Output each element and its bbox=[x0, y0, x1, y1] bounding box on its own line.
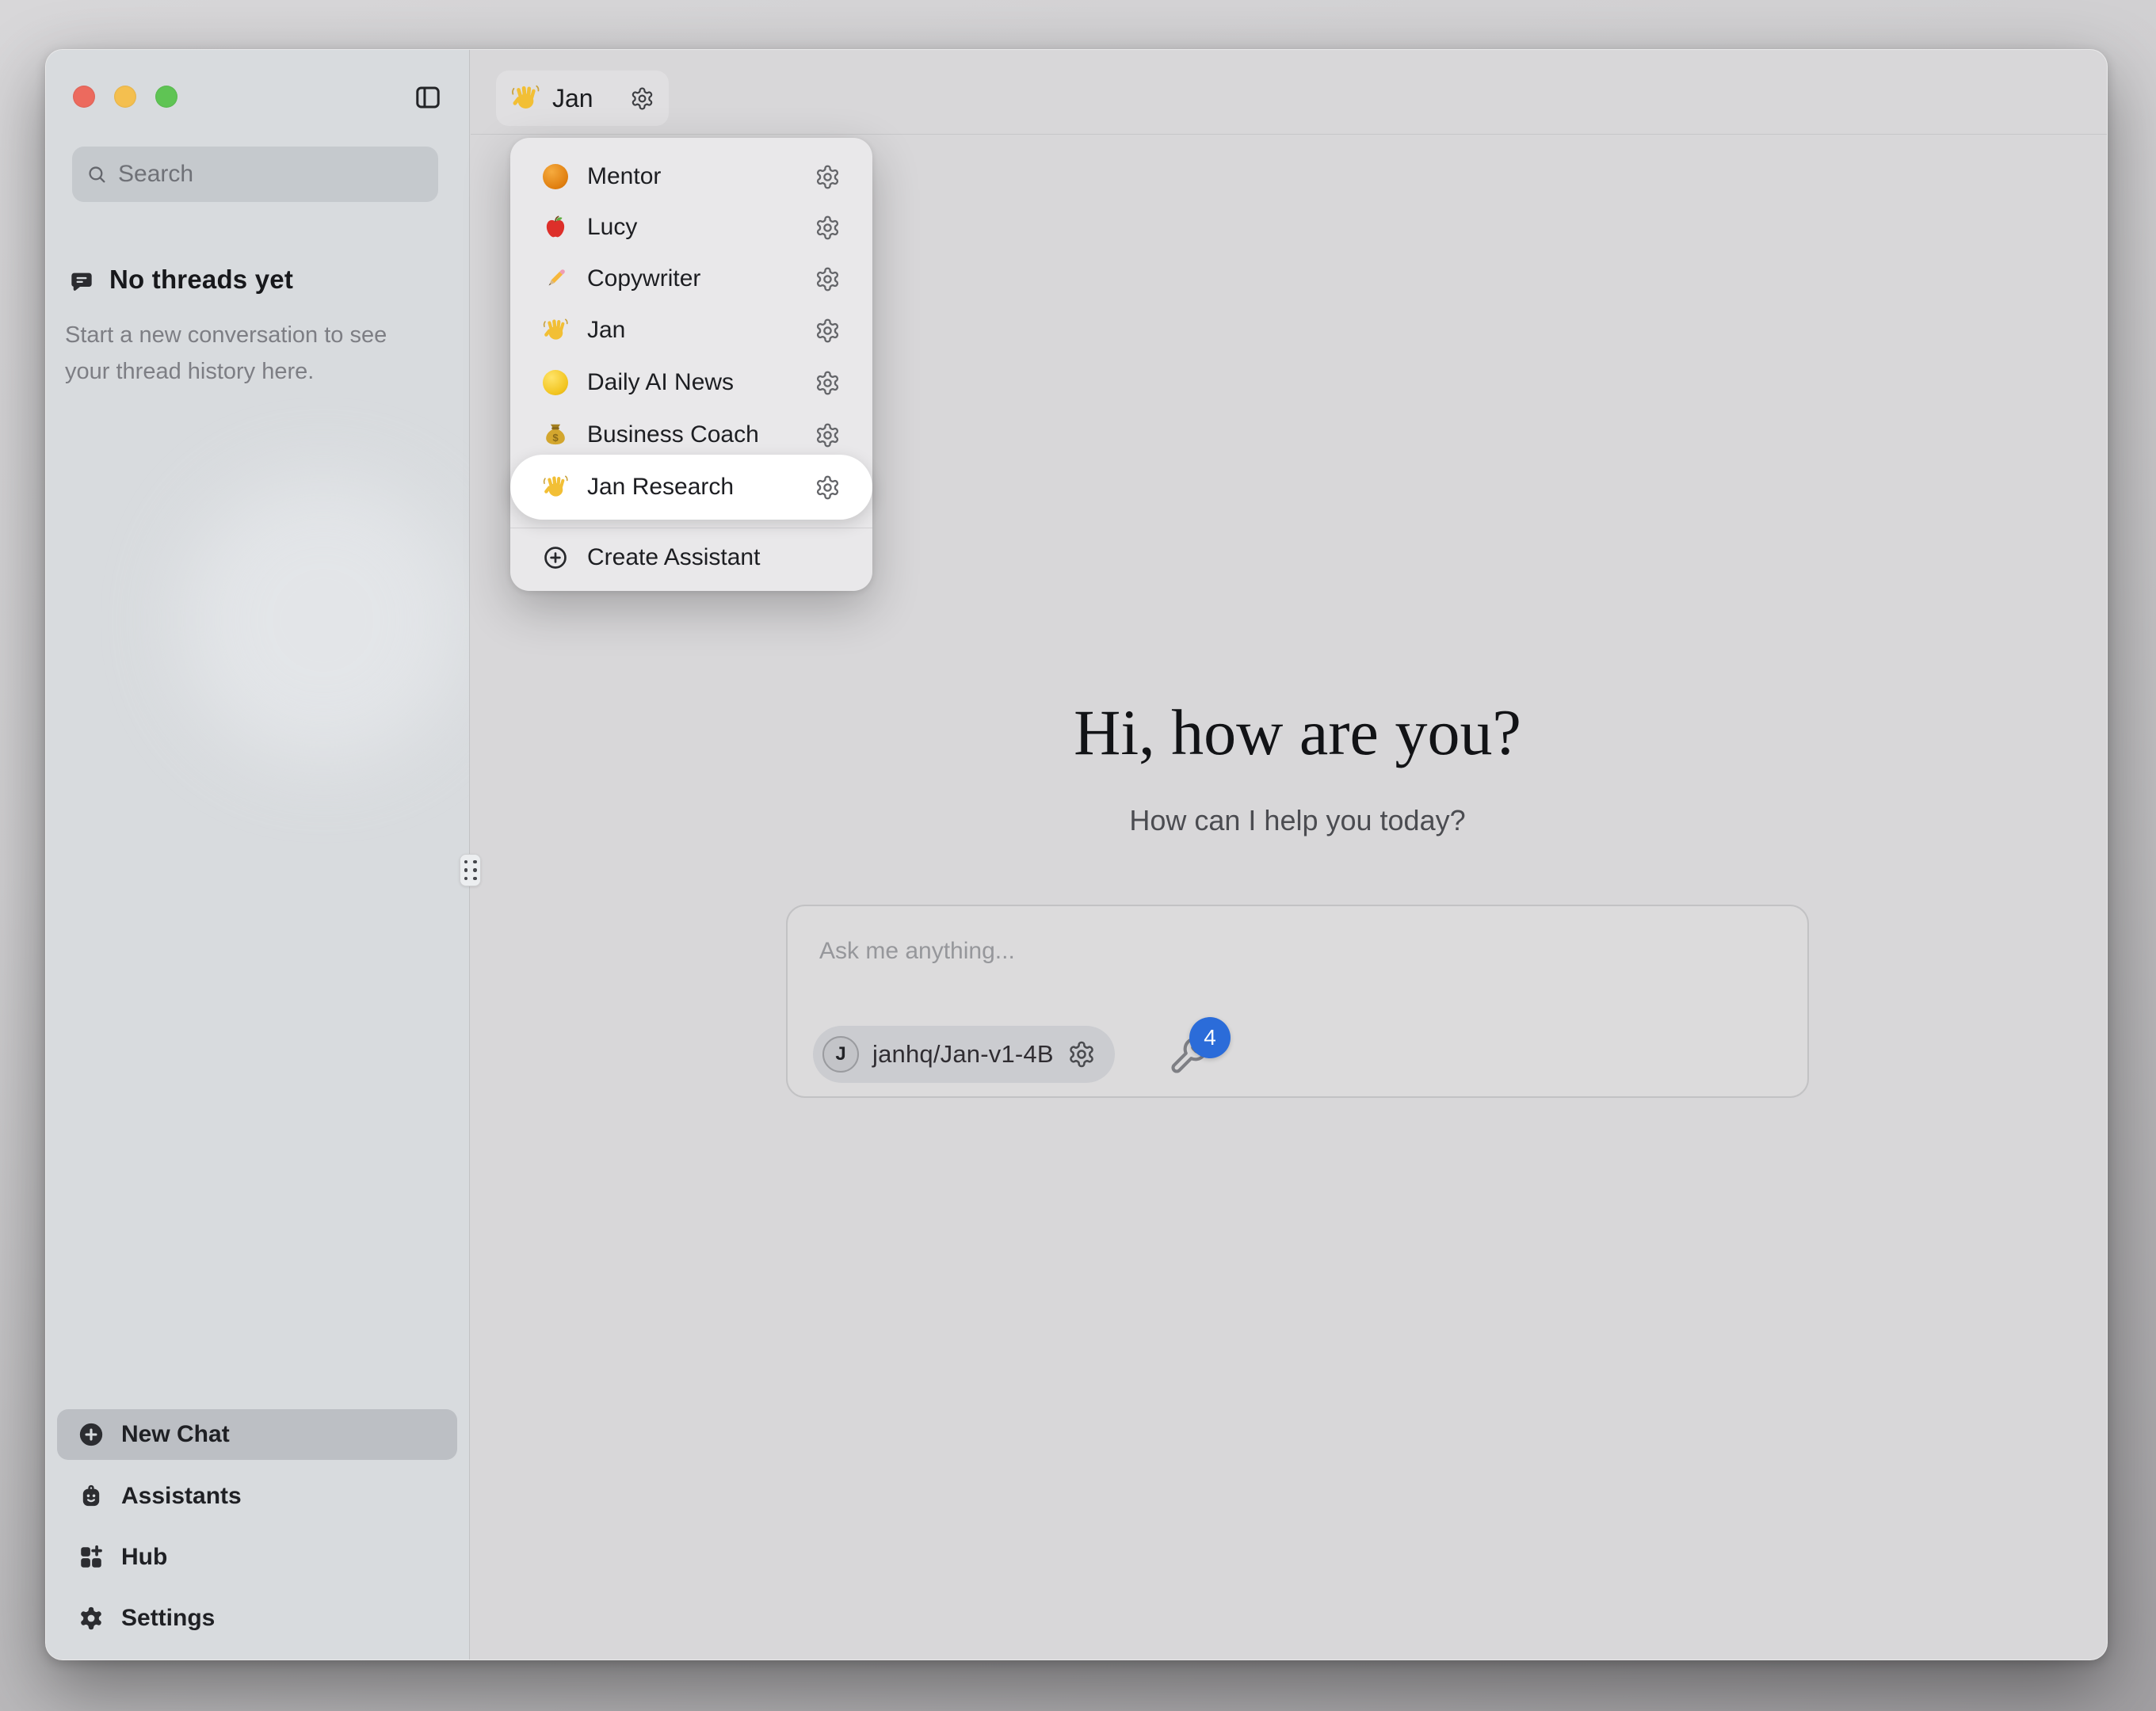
sidebar-resize-handle[interactable] bbox=[460, 854, 481, 886]
pencil-icon bbox=[542, 265, 569, 292]
bot-icon bbox=[78, 1483, 105, 1510]
sidebar-item-assistants[interactable]: Assistants bbox=[57, 1472, 457, 1521]
assistant-dropdown-menu: Mentor Lucy Copywriter Jan Daily AI bbox=[510, 138, 872, 591]
search-icon bbox=[86, 162, 107, 186]
chat-composer[interactable]: J janhq/Jan-v1-4B 4 bbox=[786, 905, 1809, 1098]
sidebar-toggle-button[interactable] bbox=[414, 83, 442, 112]
assistant-settings-icon[interactable] bbox=[630, 86, 654, 111]
menu-item-lucy[interactable]: Lucy bbox=[510, 202, 872, 253]
yellow-circle-icon bbox=[542, 369, 569, 396]
gear-icon[interactable] bbox=[815, 474, 841, 501]
nav-label: Hub bbox=[121, 1544, 167, 1571]
main-area: Jan Mentor Lucy Copywriter Ja bbox=[470, 50, 2107, 1660]
zoom-button[interactable] bbox=[155, 86, 177, 108]
greeting-subtitle: How can I help you today? bbox=[786, 804, 1809, 837]
empty-threads-line2: your thread history here. bbox=[65, 353, 387, 390]
gear-icon[interactable] bbox=[815, 164, 841, 190]
nav-label: New Chat bbox=[121, 1421, 230, 1448]
active-assistant-name: Jan bbox=[552, 84, 618, 113]
search-box[interactable] bbox=[72, 147, 438, 202]
menu-item-label: Mentor bbox=[587, 163, 661, 190]
empty-threads-description: Start a new conversation to see your thr… bbox=[65, 317, 387, 390]
menu-item-daily-ai-news[interactable]: Daily AI News bbox=[510, 357, 872, 408]
money-bag-icon bbox=[542, 421, 569, 448]
menu-item-label: Copywriter bbox=[587, 265, 700, 292]
plus-circle-icon bbox=[78, 1421, 105, 1448]
greeting-title: Hi, how are you? bbox=[786, 692, 1809, 774]
window-controls bbox=[73, 86, 177, 108]
grip-dots-icon bbox=[464, 860, 477, 881]
gear-icon[interactable] bbox=[815, 215, 841, 241]
orange-circle-icon bbox=[542, 163, 569, 190]
sidebar-item-hub[interactable]: Hub bbox=[57, 1533, 457, 1582]
waving-hand-icon bbox=[510, 83, 540, 113]
circle-plus-icon bbox=[542, 544, 569, 571]
gear-icon[interactable] bbox=[815, 266, 841, 292]
menu-item-jan-research[interactable]: Jan Research bbox=[510, 455, 872, 520]
empty-threads-title: No threads yet bbox=[109, 265, 293, 295]
menu-item-create-assistant[interactable]: Create Assistant bbox=[510, 532, 872, 583]
menu-item-label: Business Coach bbox=[587, 421, 759, 448]
sidebar-item-new-chat[interactable]: New Chat bbox=[57, 1409, 457, 1460]
gear-icon[interactable] bbox=[815, 422, 841, 448]
close-button[interactable] bbox=[73, 86, 95, 108]
model-selector-button[interactable]: J janhq/Jan-v1-4B bbox=[813, 1026, 1115, 1083]
nav-label: Assistants bbox=[121, 1483, 242, 1510]
gear-icon[interactable] bbox=[815, 318, 841, 344]
menu-item-label: Jan bbox=[587, 317, 625, 344]
header-divider bbox=[471, 134, 2107, 135]
empty-threads-line1: Start a new conversation to see bbox=[65, 317, 387, 353]
menu-item-business-coach[interactable]: Business Coach bbox=[510, 410, 872, 460]
search-input[interactable] bbox=[118, 161, 424, 188]
model-settings-icon[interactable] bbox=[1067, 1040, 1096, 1069]
menu-item-jan[interactable]: Jan bbox=[510, 305, 872, 356]
message-input[interactable] bbox=[819, 938, 1691, 965]
panel-left-icon bbox=[418, 88, 438, 107]
sidebar-glow-decoration bbox=[181, 478, 466, 763]
nav-label: Settings bbox=[121, 1605, 215, 1632]
assistant-selector-button[interactable]: Jan bbox=[496, 70, 669, 126]
gear-icon[interactable] bbox=[815, 370, 841, 396]
model-avatar: J bbox=[822, 1036, 859, 1073]
waving-hand-icon bbox=[542, 317, 569, 344]
minimize-button[interactable] bbox=[114, 86, 136, 108]
menu-item-mentor[interactable]: Mentor bbox=[510, 151, 872, 202]
desktop: { "window": { "traffic_lights": ["close"… bbox=[0, 0, 2156, 1711]
threads-bubble-icon bbox=[69, 269, 94, 295]
menu-item-label: Daily AI News bbox=[587, 369, 734, 396]
menu-item-label: Lucy bbox=[587, 214, 637, 241]
grid-plus-icon bbox=[78, 1544, 105, 1571]
menu-item-label: Create Assistant bbox=[587, 544, 760, 571]
sidebar: No threads yet Start a new conversation … bbox=[46, 50, 470, 1660]
menu-item-label: Jan Research bbox=[587, 474, 734, 501]
sidebar-item-settings[interactable]: Settings bbox=[57, 1594, 457, 1643]
apple-icon bbox=[542, 214, 569, 241]
tools-count-badge: 4 bbox=[1189, 1017, 1231, 1058]
app-window: No threads yet Start a new conversation … bbox=[45, 49, 2108, 1660]
menu-item-copywriter[interactable]: Copywriter bbox=[510, 253, 872, 304]
gear-icon bbox=[78, 1605, 105, 1632]
model-name: janhq/Jan-v1-4B bbox=[872, 1040, 1054, 1069]
waving-hand-icon bbox=[542, 474, 569, 501]
